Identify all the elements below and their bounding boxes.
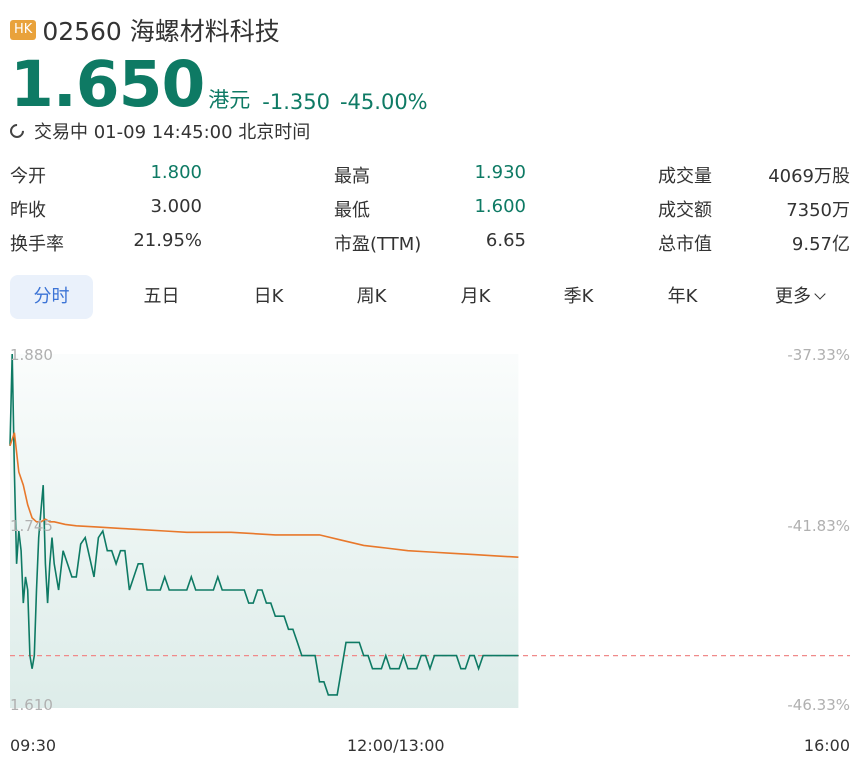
y-tick-bottom: 1.610 bbox=[10, 696, 53, 714]
x-tick-open: 09:30 bbox=[10, 736, 57, 755]
x-tick-midday: 12:00/13:00 bbox=[347, 736, 445, 755]
y-pct-bottom: -46.33% bbox=[787, 696, 850, 714]
y-tick-top: 1.880 bbox=[10, 346, 53, 364]
x-tick-close: 16:00 bbox=[803, 736, 850, 755]
y-pct-top: -37.33% bbox=[787, 346, 850, 364]
y-tick-mid: 1.745 bbox=[10, 517, 53, 535]
y-pct-mid: -41.83% bbox=[787, 517, 850, 535]
intraday-chart bbox=[9, 353, 850, 708]
